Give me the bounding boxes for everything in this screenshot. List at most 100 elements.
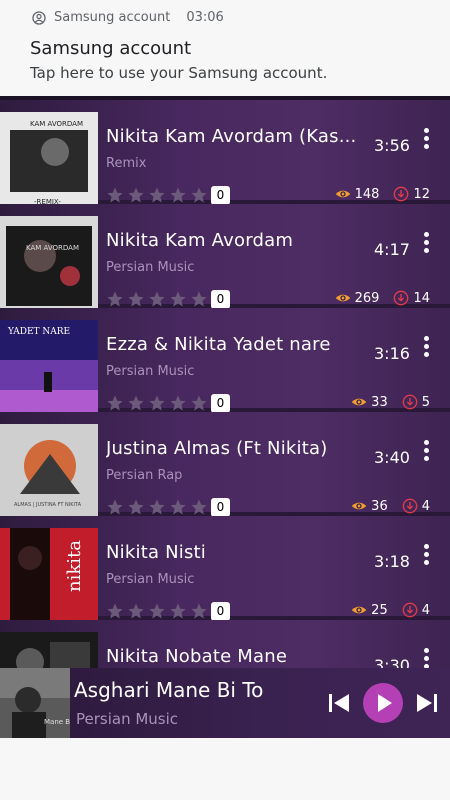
song-stats: 36 4 (351, 498, 430, 514)
song-genre: Persian Music (106, 572, 195, 587)
more-options-button[interactable] (420, 440, 432, 466)
star-icon[interactable] (106, 290, 124, 308)
song-duration: 3:30 (374, 656, 410, 668)
star-icon[interactable] (148, 602, 166, 620)
rating-stars[interactable] (106, 394, 208, 412)
views-count: 33 (371, 394, 388, 410)
svg-text:Mane Bi: Mane Bi (44, 718, 70, 726)
song-duration: 3:40 (374, 448, 410, 467)
song-genre: Persian Music (106, 364, 195, 379)
song-genre: Persian Rap (106, 468, 183, 483)
rating-value: 0 (211, 290, 230, 309)
more-vert-icon (420, 336, 432, 357)
notification-header: Samsung account 03:06 (32, 10, 224, 25)
song-row[interactable]: YADET NARE Ezza & Nikita Yadet nare 3:16 Pe… (0, 308, 450, 420)
star-icon[interactable] (127, 498, 145, 516)
star-icon[interactable] (190, 602, 208, 620)
star-icon[interactable] (169, 394, 187, 412)
song-stats: 269 14 (335, 290, 430, 306)
song-duration: 3:18 (374, 552, 410, 571)
notification-body: Tap here to use your Samsung account. (30, 64, 328, 82)
star-icon[interactable] (190, 498, 208, 516)
views-count: 25 (371, 602, 388, 618)
song-row[interactable]: KAM AVORDAM -REMIX- Nikita Kam Avordam (Ka… (0, 100, 450, 212)
eye-icon (351, 606, 367, 614)
views-count: 269 (354, 290, 380, 306)
rating-stars[interactable] (106, 290, 208, 308)
more-vert-icon (420, 128, 432, 149)
rating-value: 0 (211, 186, 230, 205)
svg-text:ALMAS | JUSTINA FT NIKITA: ALMAS | JUSTINA FT NIKITA (14, 502, 82, 508)
star-icon[interactable] (127, 290, 145, 308)
star-icon[interactable] (190, 290, 208, 308)
notification[interactable]: Samsung account 03:06 Samsung account Ta… (0, 0, 450, 96)
star-icon[interactable] (106, 602, 124, 620)
star-icon[interactable] (169, 602, 187, 620)
star-icon[interactable] (127, 186, 145, 204)
download-icon (402, 602, 418, 618)
star-icon[interactable] (190, 186, 208, 204)
notification-app-name: Samsung account (54, 10, 171, 25)
star-icon[interactable] (106, 498, 124, 516)
song-artwork: KAM AVORDAM -REMIX- (0, 112, 98, 212)
empty-area (0, 738, 450, 800)
star-icon[interactable] (190, 394, 208, 412)
eye-icon (335, 294, 350, 302)
song-artwork (0, 632, 98, 668)
star-icon[interactable] (148, 498, 166, 516)
svg-text:KAM AVORDAM: KAM AVORDAM (26, 244, 79, 252)
star-icon[interactable] (106, 186, 124, 204)
views-count: 36 (371, 498, 388, 514)
song-list[interactable]: KAM AVORDAM -REMIX- Nikita Kam Avordam (Ka… (0, 96, 450, 668)
skip-previous-button[interactable] (326, 690, 352, 716)
star-icon[interactable] (127, 602, 145, 620)
more-options-button[interactable] (420, 336, 432, 362)
more-options-button[interactable] (420, 128, 432, 154)
play-icon (378, 694, 392, 712)
svg-text:YADET NARE: YADET NARE (7, 327, 70, 337)
song-duration: 3:56 (374, 136, 410, 155)
star-icon[interactable] (106, 394, 124, 412)
download-icon (394, 186, 409, 202)
more-options-button[interactable] (420, 544, 432, 570)
song-stats: 33 5 (351, 394, 430, 410)
mini-player[interactable]: Mane Bi Asghari Mane Bi To Persian Music (0, 668, 450, 738)
song-stats: 148 12 (335, 186, 430, 202)
downloads-count: 5 (421, 394, 430, 410)
downloads-count: 4 (421, 498, 430, 514)
star-icon[interactable] (169, 290, 187, 308)
star-icon[interactable] (148, 186, 166, 204)
views-count: 148 (354, 186, 380, 202)
rating-stars[interactable] (106, 186, 208, 204)
download-icon (394, 290, 409, 306)
account-circle-icon (32, 10, 46, 25)
eye-icon (351, 502, 367, 510)
download-icon (402, 394, 418, 410)
song-title: Justina Almas (Ft Nikita) (106, 438, 328, 459)
rating-stars[interactable] (106, 602, 208, 620)
skip-next-button[interactable] (414, 690, 440, 716)
song-row[interactable]: ALMAS | JUSTINA FT NIKITA Justina Almas (… (0, 412, 450, 524)
star-icon[interactable] (148, 394, 166, 412)
rating-value: 0 (211, 602, 230, 621)
more-options-button[interactable] (420, 648, 432, 668)
star-icon[interactable] (169, 186, 187, 204)
eye-icon (351, 398, 367, 406)
song-stats: 25 4 (351, 602, 430, 618)
song-title: Nikita Nisti (106, 542, 207, 563)
star-icon[interactable] (127, 394, 145, 412)
song-row[interactable]: KAM AVORDAM Nikita Kam Avordam 4:17 Persian… (0, 204, 450, 316)
song-artwork: YADET NARE (0, 320, 98, 420)
play-button[interactable] (363, 683, 403, 723)
more-vert-icon (420, 648, 432, 668)
rating-stars[interactable] (106, 498, 208, 516)
skip-previous-icon (329, 694, 349, 712)
star-icon[interactable] (148, 290, 166, 308)
more-options-button[interactable] (420, 232, 432, 258)
song-row[interactable]: Nikita Nobate Mane 3:30 (0, 620, 450, 668)
song-row[interactable]: nikita Nikita Nisti 3:18 Persian Music 0 25 4 (0, 516, 450, 628)
song-genre: Persian Music (106, 260, 195, 275)
star-icon[interactable] (169, 498, 187, 516)
download-icon (402, 498, 418, 514)
now-playing-title: Asghari Mane Bi To (74, 678, 264, 702)
